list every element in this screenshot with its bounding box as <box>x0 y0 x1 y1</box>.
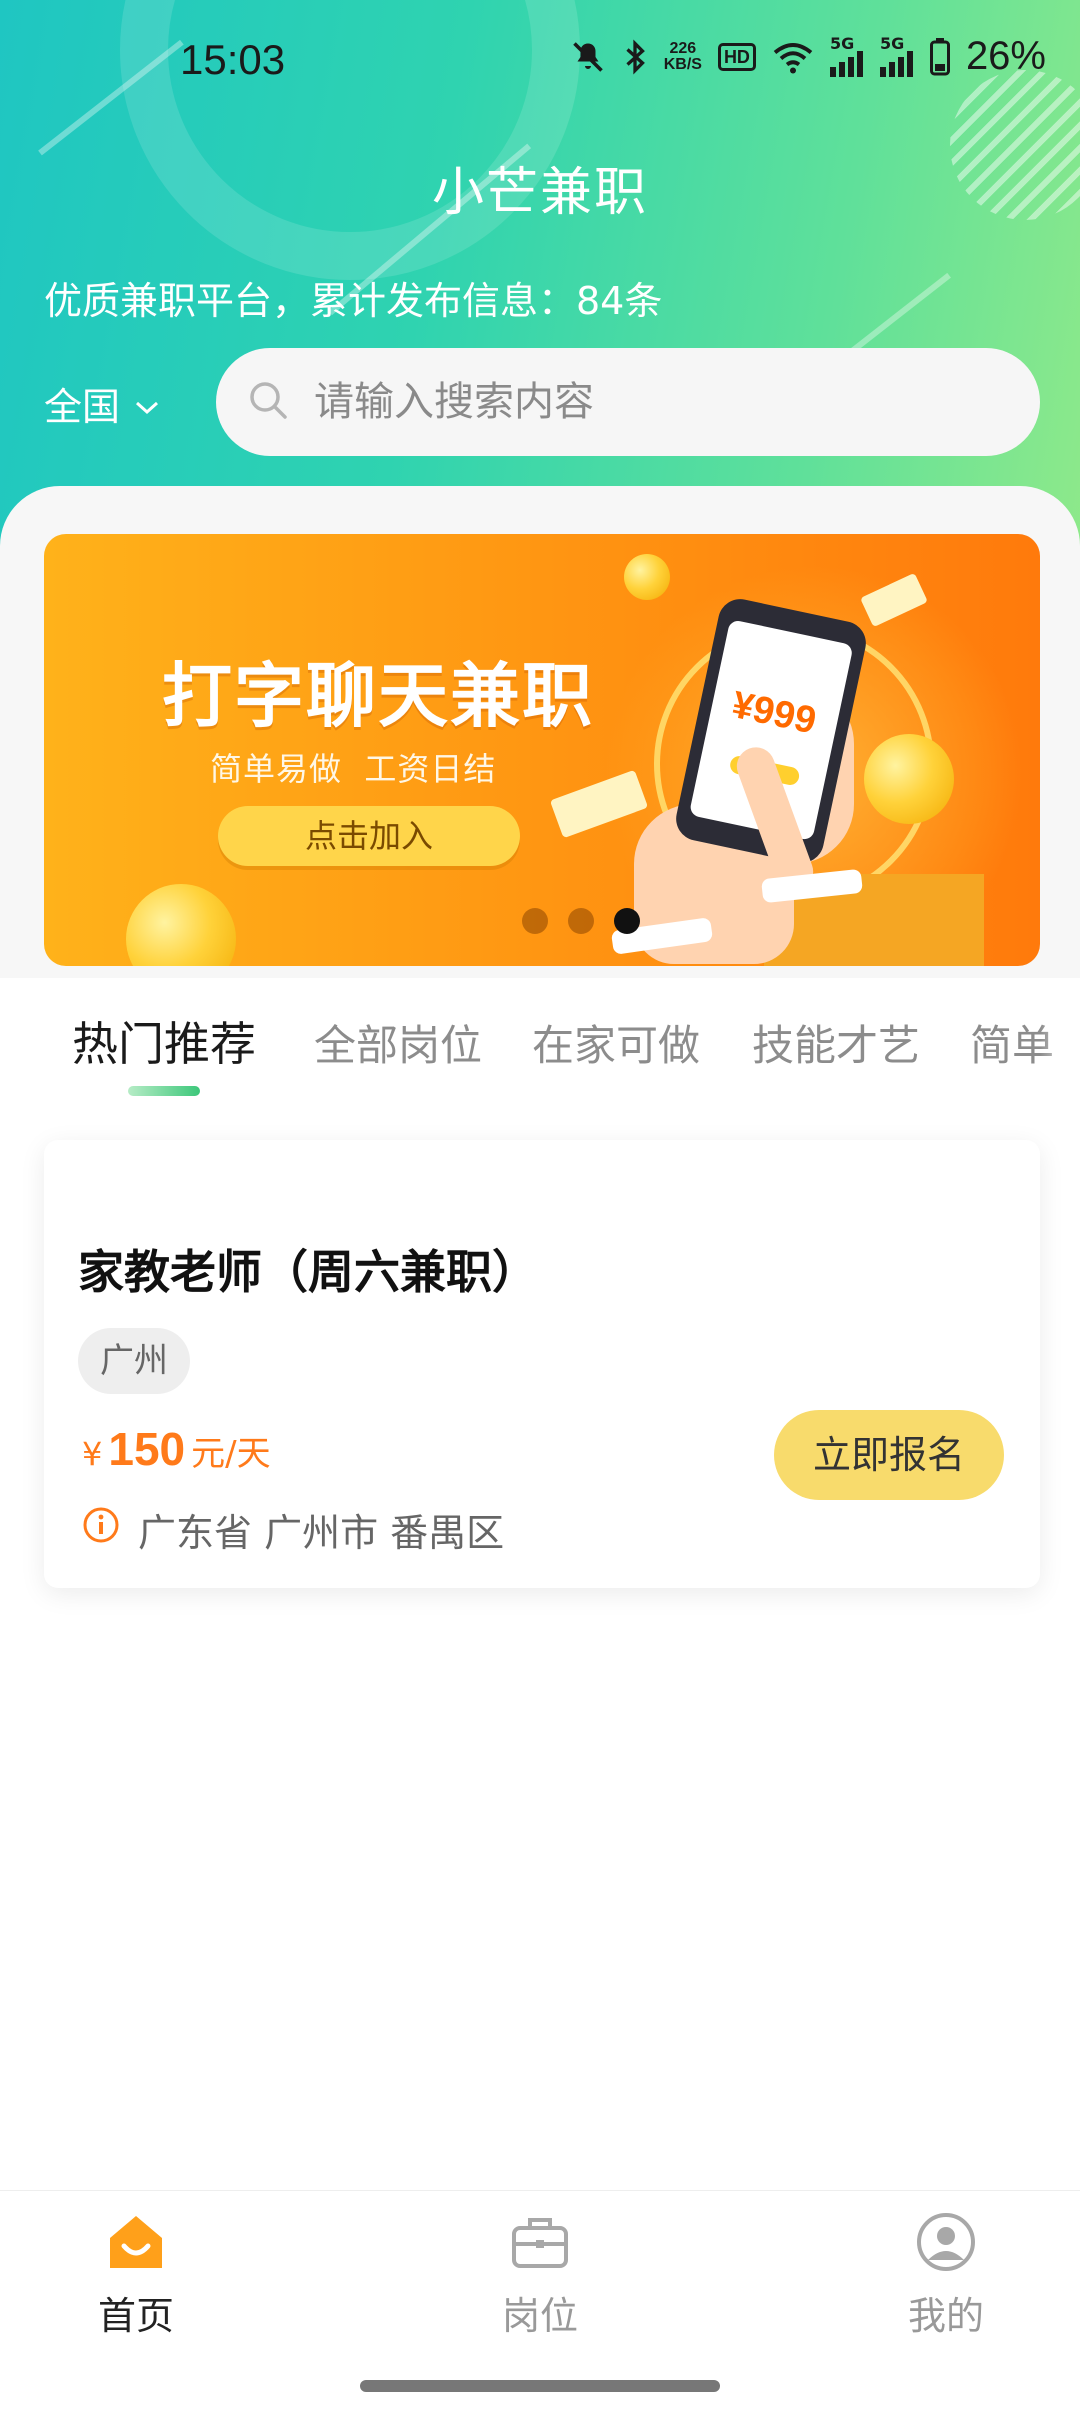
network-speed: 226 KB/S <box>663 39 702 73</box>
mute-bell-icon <box>570 39 606 75</box>
tabs-fade-edge <box>1040 978 1080 1112</box>
nav-positions-label: 岗位 <box>501 2294 578 2338</box>
battery-percentage: 26% <box>965 34 1046 78</box>
banner-join-button[interactable]: 点击加入 <box>218 806 520 866</box>
search-bar[interactable] <box>216 348 1040 456</box>
promo-banner[interactable]: ¥999 打字聊天兼职 简单易做 工资日结 点击加入 <box>44 534 1040 966</box>
gesture-home-indicator[interactable] <box>360 2380 720 2392</box>
job-title: 家教老师（周六兼职） <box>78 1245 538 1299</box>
phone-amount: ¥999 <box>728 683 820 743</box>
tab-hot-recommend[interactable]: 热门推荐 <box>72 1008 256 1074</box>
status-bar: 15:03 226 KB/S HD 5G 5G 26% <box>0 0 1080 124</box>
battery-icon <box>929 37 950 76</box>
region-selector[interactable]: 全国 <box>44 376 160 431</box>
category-tabs: 热门推荐 全部岗位 在家可做 技能才艺 简单 <box>0 978 1080 1112</box>
network-speed-value: 226 <box>669 39 697 57</box>
nav-mine[interactable]: 我的 <box>856 2207 1036 2340</box>
cellular-signal-icon: 5G <box>829 33 864 77</box>
nav-home-label: 首页 <box>97 2294 174 2338</box>
banner-headline: 打字聊天兼职 <box>162 655 594 737</box>
job-card[interactable]: 家教老师（周六兼职） 广州 ¥ 150 元/天 广东省 广州市 番禺区 立即报名 <box>44 1140 1040 1588</box>
search-icon <box>246 378 290 426</box>
nav-home[interactable]: 首页 <box>46 2207 226 2340</box>
region-label: 全国 <box>44 385 121 429</box>
nav-positions[interactable]: 岗位 <box>450 2207 630 2340</box>
banner-subline: 简单易做 工资日结 <box>210 750 497 788</box>
hd-voice-badge: HD <box>717 42 756 71</box>
platform-subtitle: 优质兼职平台，累计发布信息：84条 <box>44 279 663 323</box>
active-tab-indicator <box>128 1086 200 1096</box>
job-city-tag: 广州 <box>78 1328 190 1394</box>
tab-all-positions[interactable]: 全部岗位 <box>314 1012 482 1073</box>
user-icon <box>856 2207 1036 2277</box>
coin-illustration <box>126 884 236 966</box>
tab-skills-talent[interactable]: 技能才艺 <box>752 1012 920 1073</box>
job-location-text: 广东省 广州市 番禺区 <box>138 1511 505 1555</box>
home-icon <box>46 2207 226 2277</box>
bluetooth-icon <box>622 39 648 75</box>
salary-unit: 元/天 <box>191 1434 271 1474</box>
carousel-dot[interactable] <box>568 908 594 934</box>
job-salary: ¥ 150 元/天 <box>82 1422 271 1476</box>
apply-now-button[interactable]: 立即报名 <box>774 1410 1004 1500</box>
carousel-dot[interactable] <box>522 908 548 934</box>
job-location: 广东省 广州市 番禺区 <box>82 1502 504 1557</box>
search-input[interactable] <box>314 379 954 425</box>
app-title: 小芒兼职 <box>431 163 648 223</box>
carousel-dots <box>522 908 640 934</box>
tab-work-from-home[interactable]: 在家可做 <box>532 1012 700 1073</box>
carousel-dot-active[interactable] <box>614 908 640 934</box>
cellular-signal-icon: 5G <box>879 33 914 77</box>
nav-mine-label: 我的 <box>907 2294 984 2338</box>
status-time: 15:03 <box>180 36 286 83</box>
chevron-down-icon <box>134 382 160 426</box>
briefcase-icon <box>450 2207 630 2277</box>
signal-5g-label: 5G <box>829 33 855 53</box>
info-icon <box>82 1506 120 1553</box>
signal-5g-label: 5G <box>879 33 905 53</box>
coin-illustration <box>864 734 954 824</box>
salary-amount: 150 <box>108 1423 186 1475</box>
status-icons: 226 KB/S HD 5G 5G 26% <box>570 34 1046 79</box>
wifi-icon <box>772 39 814 75</box>
bottom-navigation: 首页 岗位 我的 <box>0 2190 1080 2412</box>
salary-currency: ¥ <box>82 1435 103 1473</box>
network-speed-unit: KB/S <box>663 55 702 73</box>
coin-illustration <box>624 554 670 600</box>
